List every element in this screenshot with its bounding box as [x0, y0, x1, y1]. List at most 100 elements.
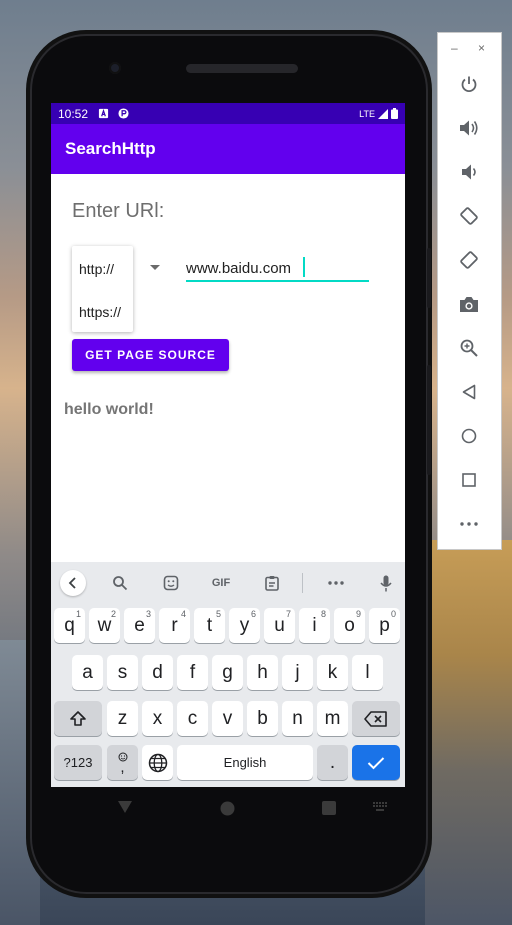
backspace-key[interactable] — [352, 701, 400, 736]
nav-recents-icon[interactable] — [322, 801, 336, 815]
keyboard-sticker-icon[interactable] — [158, 570, 184, 596]
device-screen: 10:52 LTE SearchHttp Enter URl: http:// … — [51, 103, 405, 787]
nav-back-icon[interactable] — [117, 799, 133, 815]
key-e-label: e — [134, 614, 145, 636]
key-g[interactable]: g — [212, 655, 243, 690]
key-z[interactable]: z — [107, 701, 138, 736]
key-q[interactable]: q1 — [54, 608, 85, 643]
space-key[interactable]: English — [177, 745, 313, 780]
key-s[interactable]: s — [107, 655, 138, 690]
key-b[interactable]: b — [247, 701, 278, 736]
key-y[interactable]: y6 — [229, 608, 260, 643]
key-p-label: p — [379, 614, 390, 636]
nav-home-icon[interactable] — [220, 801, 235, 816]
keyboard-search-icon[interactable] — [107, 570, 133, 596]
language-key[interactable] — [142, 745, 173, 780]
app-bar: SearchHttp — [51, 124, 405, 174]
key-i-hint: 8 — [320, 609, 326, 619]
key-w-label: w — [97, 614, 112, 636]
key-m[interactable]: m — [317, 701, 348, 736]
rotate-right-icon[interactable] — [458, 249, 480, 271]
nav-keyboard-icon[interactable] — [373, 802, 387, 812]
period-key[interactable]: . — [317, 745, 348, 780]
keyboard-clipboard-icon[interactable] — [259, 570, 285, 596]
symbols-key[interactable]: ?123 — [54, 745, 102, 780]
key-t-label: t — [206, 614, 213, 636]
front-camera — [109, 62, 121, 74]
globe-icon — [148, 753, 167, 772]
key-l[interactable]: l — [352, 655, 383, 690]
key-t[interactable]: t5 — [194, 608, 225, 643]
status-time: 10:52 — [58, 106, 89, 121]
key-o[interactable]: o9 — [334, 608, 365, 643]
key-v[interactable]: v — [212, 701, 243, 736]
backspace-icon — [364, 710, 387, 727]
power-button — [427, 365, 431, 475]
url-label: Enter URl: — [72, 200, 165, 222]
shift-key[interactable] — [54, 701, 102, 736]
key-h[interactable]: h — [247, 655, 278, 690]
key-n[interactable]: n — [282, 701, 313, 736]
status-bar: 10:52 LTE — [51, 103, 405, 124]
key-e[interactable]: e3 — [124, 608, 155, 643]
key-q-label: q — [64, 614, 75, 636]
camera-icon[interactable] — [458, 293, 480, 315]
keyboard-mic-icon[interactable] — [373, 570, 399, 596]
url-input[interactable] — [186, 256, 369, 282]
emoji-comma-key[interactable]: , — [107, 745, 138, 780]
volume-button — [427, 248, 431, 308]
more-options-icon[interactable] — [458, 513, 480, 535]
soft-keyboard: GIF q1 w2 e3 r4 t5 y6 u7 i8 o9 p0 a s d … — [51, 562, 405, 787]
signal-icon — [378, 108, 388, 119]
main-content: Enter URl: http:// https:// GET PAGE SOU… — [51, 174, 405, 562]
key-u-hint: 7 — [285, 609, 291, 619]
key-q-hint: 1 — [75, 609, 81, 619]
keyboard-back-icon[interactable] — [60, 570, 86, 596]
protocol-option-http[interactable]: http:// — [79, 261, 114, 277]
overview-icon[interactable] — [458, 469, 480, 491]
key-y-hint: 6 — [250, 609, 256, 619]
home-icon[interactable] — [458, 425, 480, 447]
key-p-hint: 0 — [390, 609, 396, 619]
key-f[interactable]: f — [177, 655, 208, 690]
zoom-icon[interactable] — [458, 337, 480, 359]
key-w[interactable]: w2 — [89, 608, 120, 643]
emulator-toolbar: – × — [437, 32, 502, 550]
notification-p-icon — [118, 108, 129, 119]
emulator-close-icon[interactable]: × — [478, 41, 485, 55]
network-type: LTE — [359, 108, 375, 119]
result-text: hello world! — [64, 401, 154, 418]
key-p[interactable]: p0 — [369, 608, 400, 643]
key-e-hint: 3 — [145, 609, 151, 619]
key-k[interactable]: k — [317, 655, 348, 690]
comma-label: , — [120, 758, 125, 776]
dropdown-arrow-icon[interactable] — [150, 265, 160, 270]
key-c[interactable]: c — [177, 701, 208, 736]
enter-key[interactable] — [352, 745, 400, 780]
get-page-source-button[interactable]: GET PAGE SOURCE — [72, 339, 229, 371]
toolbar-divider — [302, 573, 303, 593]
keyboard-more-icon[interactable] — [323, 570, 349, 596]
key-j[interactable]: j — [282, 655, 313, 690]
emulator-minimize-icon[interactable]: – — [451, 41, 458, 55]
key-o-hint: 9 — [355, 609, 361, 619]
key-i[interactable]: i8 — [299, 608, 330, 643]
status-right: LTE — [359, 108, 398, 119]
keyboard-toolbar: GIF — [51, 562, 405, 602]
rotate-left-icon[interactable] — [458, 205, 480, 227]
key-a[interactable]: a — [72, 655, 103, 690]
back-icon[interactable] — [458, 381, 480, 403]
key-u[interactable]: u7 — [264, 608, 295, 643]
protocol-option-https[interactable]: https:// — [79, 304, 121, 320]
volume-up-icon[interactable] — [458, 117, 480, 139]
key-x[interactable]: x — [142, 701, 173, 736]
text-cursor — [303, 257, 305, 277]
app-title: SearchHttp — [65, 139, 156, 158]
battery-icon — [391, 108, 398, 119]
checkmark-icon — [367, 756, 385, 769]
key-r[interactable]: r4 — [159, 608, 190, 643]
keyboard-gif-button[interactable]: GIF — [208, 570, 234, 596]
power-icon[interactable] — [458, 73, 480, 95]
key-d[interactable]: d — [142, 655, 173, 690]
volume-down-icon[interactable] — [458, 161, 480, 183]
